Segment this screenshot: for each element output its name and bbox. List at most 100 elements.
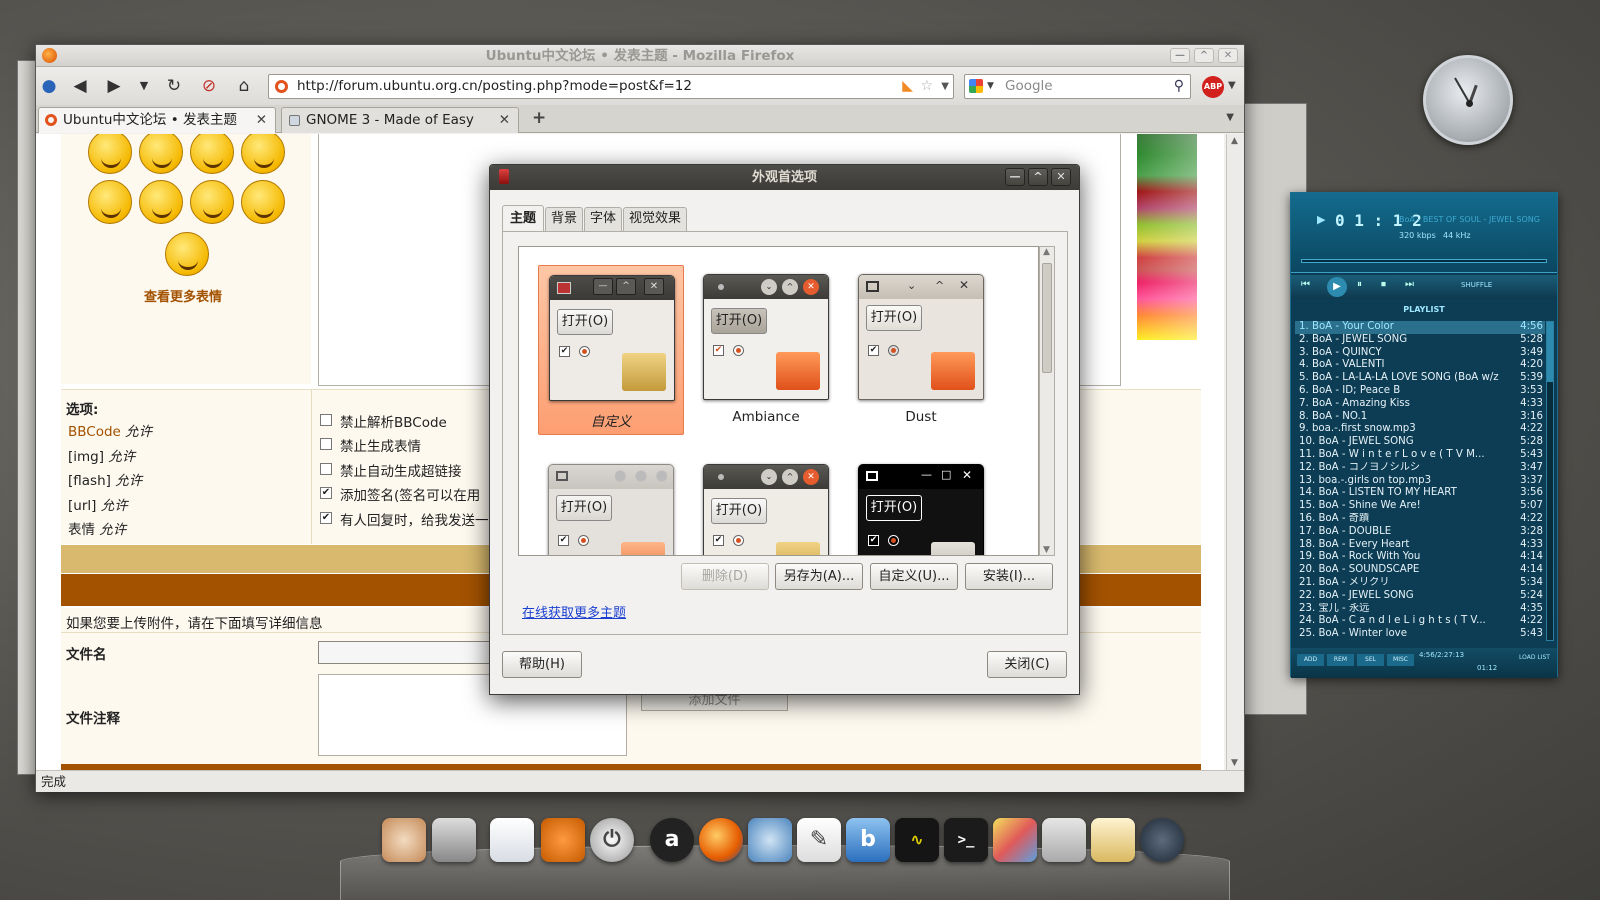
maximize-button[interactable]: ^ <box>1194 48 1214 63</box>
document-viewer-icon[interactable] <box>490 818 534 862</box>
playlist-row[interactable]: 17. BoA - DOUBLE 3:28 <box>1295 526 1545 539</box>
close-button[interactable]: ✕ <box>1218 48 1238 63</box>
playlist-row[interactable]: 8. BoA - NO.1 3:16 <box>1295 411 1545 424</box>
history-dropdown-icon[interactable]: ▼ <box>133 76 155 96</box>
customize-button[interactable]: 自定义(U)... <box>870 563 958 590</box>
smiley-icon[interactable] <box>241 180 285 224</box>
scroll-down-arrow-icon[interactable]: ▼ <box>1043 545 1050 555</box>
sel-button[interactable]: SEL <box>1357 654 1384 666</box>
dialog-titlebar[interactable]: 外观首选项 — ^ ✕ <box>490 165 1079 190</box>
more-smilies-link[interactable]: 查看更多表情 <box>144 286 222 305</box>
bookmark-star-icon[interactable]: ☆ <box>920 75 933 98</box>
page-scrollbar[interactable]: ▲ ▼ <box>1226 134 1244 770</box>
online-themes-link[interactable]: 在线获取更多主题 <box>522 602 626 621</box>
smiley-icon[interactable] <box>88 180 132 224</box>
rem-button[interactable]: REM <box>1327 654 1354 666</box>
shell-icon[interactable] <box>382 818 426 862</box>
playlist-row[interactable]: 9. boa.-.first snow.mp3 4:22 <box>1295 423 1545 436</box>
minimize-button[interactable]: — <box>1170 48 1190 63</box>
playlist-row[interactable]: 6. BoA - ID; Peace B 3:53 <box>1295 385 1545 398</box>
theme-dust[interactable]: ⌄ ^ ✕ 打开(O) ✔ Dust <box>848 265 994 435</box>
disable-autolink-checkbox[interactable] <box>320 463 332 475</box>
playlist-row[interactable]: 22. BoA - JEWEL SONG 5:24 <box>1295 590 1545 603</box>
disable-bbcode-checkbox[interactable] <box>320 414 332 426</box>
prev-button[interactable]: ⏮ <box>1301 279 1310 290</box>
new-tab-button[interactable]: + <box>532 108 546 128</box>
paint-icon[interactable] <box>993 818 1037 862</box>
app-icon[interactable] <box>1140 818 1184 862</box>
terminal-icon[interactable]: >_ <box>944 818 988 862</box>
close-dialog-button[interactable]: 关闭(C) <box>987 651 1067 678</box>
playlist-row[interactable]: 12. BoA - コノヨノシルシ 3:47 <box>1295 462 1545 475</box>
playlist-row[interactable]: 13. boa.-.girls on top.mp3 3:37 <box>1295 475 1545 488</box>
back-arrow-icon[interactable]: ◀ <box>69 76 91 96</box>
playlist-row[interactable]: 11. BoA - W i n t e r L o v e ( T V M...… <box>1295 449 1545 462</box>
tab-close-icon[interactable]: ✕ <box>256 108 267 132</box>
dialog-maximize-button[interactable]: ^ <box>1028 168 1048 186</box>
bluetooth-icon[interactable]: b <box>846 818 890 862</box>
disable-smilies-checkbox[interactable] <box>320 438 332 450</box>
system-monitor-icon[interactable]: ∿ <box>895 818 939 862</box>
notify-reply-checkbox[interactable]: ✔ <box>320 512 332 524</box>
install-button[interactable]: 安装(I)... <box>965 563 1053 590</box>
playlist-scrollbar[interactable] <box>1546 321 1554 641</box>
stop-button[interactable]: ⏹ <box>1381 279 1386 290</box>
load-list-button[interactable]: LOAD LIST <box>1519 654 1555 661</box>
playlist-row[interactable]: 18. BoA - Every Heart 4:33 <box>1295 539 1545 552</box>
window-titlebar[interactable]: Ubuntu中文论坛 • 发表主题 - Mozilla Firefox — ^ … <box>36 45 1244 67</box>
home-icon[interactable]: ⌂ <box>233 76 255 96</box>
rss-icon[interactable]: ◣ <box>902 75 913 98</box>
playlist-row[interactable]: 21. BoA - メリクリ 5:34 <box>1295 577 1545 590</box>
scroll-up-arrow-icon[interactable]: ▲ <box>1043 247 1050 257</box>
delete-button[interactable]: 删除(D) <box>681 563 769 590</box>
help-button[interactable]: 帮助(H) <box>502 651 582 678</box>
theme-gallery[interactable]: — ^ ✕ 打开(O) ✔ 自定义 ⌄ ^ ✕ 打开(O) ✔ Ambiance <box>518 246 1039 556</box>
dictionary-icon[interactable] <box>1091 818 1135 862</box>
playlist-scroll-thumb[interactable] <box>1547 322 1553 382</box>
playlist-row[interactable]: 20. BoA - SOUNDSCAPE 4:14 <box>1295 564 1545 577</box>
playlist-row[interactable]: 25. BoA - Winter love 5:43 <box>1295 628 1545 641</box>
add-button[interactable]: ADD <box>1297 654 1324 666</box>
play-button[interactable]: ▶ <box>1327 277 1347 297</box>
search-tool-icon[interactable] <box>748 818 792 862</box>
playlist-row[interactable]: 7. BoA - Amazing Kiss 4:33 <box>1295 398 1545 411</box>
shuffle-button[interactable]: SHUFFLE <box>1461 281 1492 289</box>
forward-arrow-icon[interactable]: ▶ <box>103 76 125 96</box>
text-editor-icon[interactable]: ✎ <box>797 818 841 862</box>
playlist-row[interactable]: 24. BoA - C a n d l e L i g h t s ( T V.… <box>1295 615 1545 628</box>
clock-widget[interactable] <box>1423 55 1513 145</box>
dialog-minimize-button[interactable]: — <box>1005 168 1025 186</box>
amazon-icon[interactable]: a <box>650 818 694 862</box>
google-icon[interactable] <box>969 79 983 93</box>
theme-preview-4[interactable]: 打开(O) ✔ <box>538 455 684 555</box>
playlist-row[interactable]: 3. BoA - QUINCY 3:49 <box>1295 347 1545 360</box>
adblock-dropdown-icon[interactable]: ▼ <box>1228 80 1236 91</box>
attach-signature-checkbox[interactable]: ✔ <box>320 487 332 499</box>
scroll-thumb[interactable] <box>1042 263 1052 373</box>
smiley-icon[interactable] <box>139 180 183 224</box>
tab-gnome3[interactable]: GNOME 3 - Made of Easy ✕ <box>281 107 519 133</box>
search-input[interactable]: ▼ Google ⚲ <box>964 74 1191 99</box>
playlist-row[interactable]: 16. BoA - 奇蹟 4:22 <box>1295 513 1545 526</box>
filename-input[interactable] <box>318 641 518 664</box>
playlist-row[interactable]: 19. BoA - Rock With You 4:14 <box>1295 551 1545 564</box>
stop-icon[interactable]: ⊘ <box>198 76 220 96</box>
playlist-row[interactable]: 4. BoA - VALENTI 4:20 <box>1295 359 1545 372</box>
globe-icon[interactable]: ● <box>38 76 60 96</box>
power-icon[interactable]: ⏻ <box>590 818 634 862</box>
smiley-icon[interactable] <box>190 180 234 224</box>
tab-ubuntu-forum[interactable]: Ubuntu中文论坛 • 发表主题 ✕ <box>38 107 276 133</box>
reload-icon[interactable]: ↻ <box>163 76 185 96</box>
color-palette[interactable] <box>1137 134 1197 340</box>
playlist-row[interactable]: 5. BoA - LA-LA-LA LOVE SONG (BoA w/z 5:39 <box>1295 372 1545 385</box>
playlist-row[interactable]: 2. BoA - JEWEL SONG 5:28 <box>1295 334 1545 347</box>
playlist-row[interactable]: 1. BoA - Your Color 4:56 <box>1295 321 1545 334</box>
calculator-icon[interactable] <box>1042 818 1086 862</box>
tab-background[interactable]: 背景 <box>545 207 583 231</box>
dialog-close-button[interactable]: ✕ <box>1051 168 1071 186</box>
theme-preview-6[interactable]: — □ ✕ 打开(O) ✔ <box>848 455 994 555</box>
smiley-icon[interactable] <box>165 232 209 276</box>
search-engine-dropdown-icon[interactable]: ▼ <box>987 75 994 98</box>
playlist-row[interactable]: 14. BoA - LISTEN TO MY HEART 3:56 <box>1295 487 1545 500</box>
tab-visual-effects[interactable]: 视觉效果 <box>623 207 687 231</box>
